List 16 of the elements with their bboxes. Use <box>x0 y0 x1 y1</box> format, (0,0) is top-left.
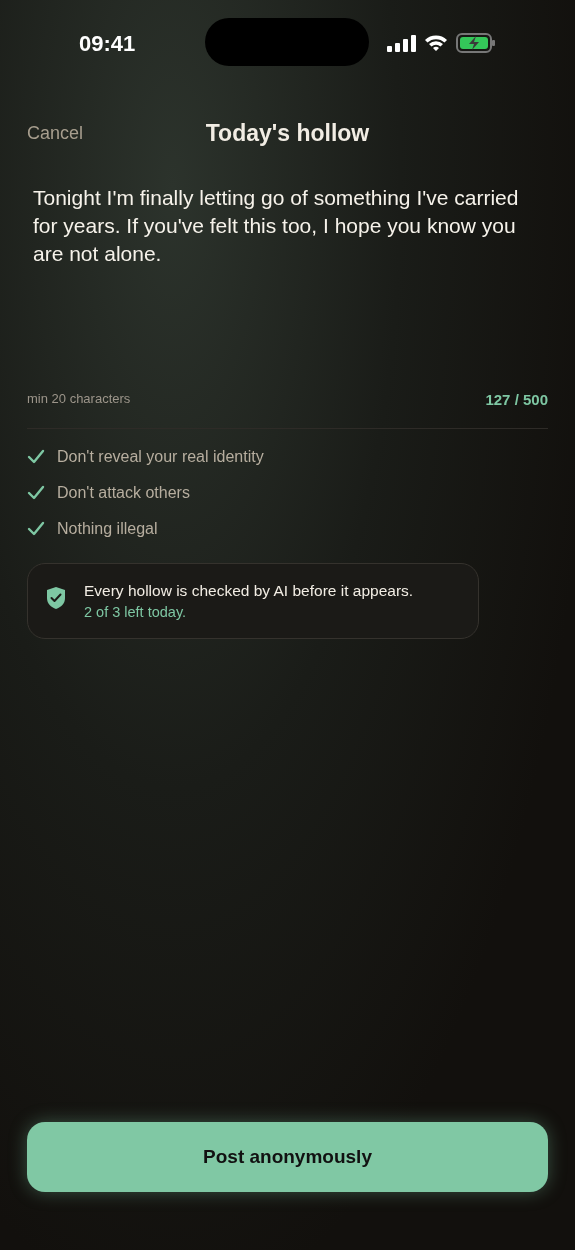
post-button[interactable]: Post anonymously <box>27 1122 548 1192</box>
hint-text: min 20 characters <box>27 390 131 408</box>
notice-text: Every hollow is checked by AI before it appears. <box>84 580 414 601</box>
shield-check-icon <box>46 585 66 610</box>
rule-text: Nothing illegal <box>57 518 158 539</box>
character-count: 127 / 500 <box>485 390 548 410</box>
post-text-field[interactable]: Tonight I'm finally letting go of something I've carried for years. If you've felt this too, I hope you know you are not alone. <box>27 184 548 389</box>
rule-text: Don't attack others <box>57 482 190 503</box>
battery-charging-icon <box>456 33 496 53</box>
signal-icon <box>386 34 416 52</box>
wifi-icon <box>424 34 448 52</box>
clock-time: 09:41 <box>79 29 136 58</box>
screen-title: Today's hollow <box>205 119 370 146</box>
rule-text: Don't reveal your real identity <box>57 446 264 467</box>
quota-text: 2 of 3 left today. <box>84 602 188 622</box>
cancel-button[interactable]: Cancel <box>27 119 84 147</box>
